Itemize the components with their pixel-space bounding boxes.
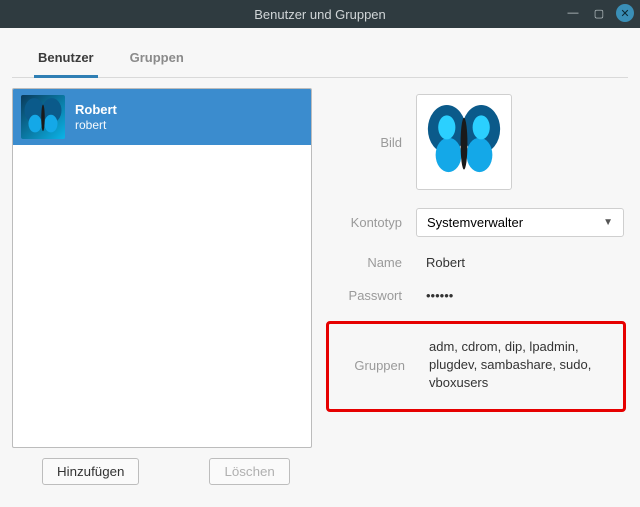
user-list[interactable]: Robert robert (12, 88, 312, 448)
account-type-value: Systemverwalter (427, 215, 523, 230)
main-pane: Robert robert Hinzufügen Löschen Bild (12, 88, 628, 485)
password-label: Passwort (326, 288, 416, 303)
list-action-buttons: Hinzufügen Löschen (12, 458, 312, 485)
user-display-name: Robert (75, 102, 117, 118)
name-label: Name (326, 255, 416, 270)
user-avatar-icon (21, 95, 65, 139)
chevron-down-icon: ▼ (603, 217, 613, 228)
tab-users[interactable]: Benutzer (34, 42, 98, 78)
minimize-button[interactable]: — (564, 4, 582, 22)
detail-pane: Bild Kontotyp (326, 88, 628, 485)
groups-label: Gruppen (329, 358, 419, 373)
account-type-select[interactable]: Systemverwalter ▼ (416, 208, 624, 237)
maximize-button[interactable]: ▢ (590, 4, 608, 22)
titlebar: Benutzer und Gruppen — ▢ ✕ (0, 0, 640, 28)
name-row: Name Robert (326, 255, 628, 270)
left-column: Robert robert Hinzufügen Löschen (12, 88, 312, 485)
user-text-block: Robert robert (75, 102, 117, 132)
content-area: Benutzer Gruppen (0, 28, 640, 507)
account-type-row: Kontotyp Systemverwalter ▼ (326, 208, 628, 237)
account-type-label: Kontotyp (326, 215, 416, 230)
window: Benutzer und Gruppen — ▢ ✕ Benutzer Grup… (0, 0, 640, 507)
avatar-picker[interactable] (416, 94, 512, 190)
user-login-name: robert (75, 118, 117, 132)
close-button[interactable]: ✕ (616, 4, 634, 22)
picture-row: Bild (326, 94, 628, 190)
tab-bar: Benutzer Gruppen (12, 42, 628, 78)
window-controls: — ▢ ✕ (564, 4, 634, 22)
delete-button[interactable]: Löschen (209, 458, 289, 485)
name-value[interactable]: Robert (416, 255, 465, 270)
list-item[interactable]: Robert robert (13, 89, 311, 145)
tab-groups[interactable]: Gruppen (126, 42, 188, 77)
password-row: Passwort •••••• (326, 288, 628, 303)
groups-value: adm, cdrom, dip, lpadmin, plugdev, samba… (419, 338, 613, 393)
picture-label: Bild (326, 135, 416, 150)
password-value[interactable]: •••••• (416, 288, 453, 303)
groups-highlight-box: Gruppen adm, cdrom, dip, lpadmin, plugde… (326, 321, 626, 412)
window-title: Benutzer und Gruppen (254, 7, 386, 22)
add-button[interactable]: Hinzufügen (42, 458, 139, 485)
